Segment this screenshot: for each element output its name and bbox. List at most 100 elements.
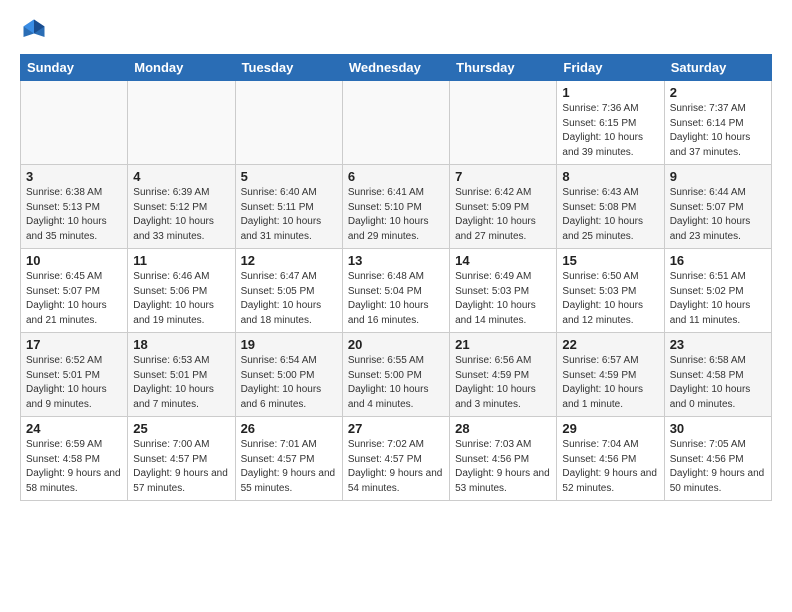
logo-icon: [20, 16, 48, 44]
calendar-day: 2 Sunrise: 7:37 AM Sunset: 6:14 PM Daylig…: [664, 81, 771, 165]
calendar-day: 18 Sunrise: 6:53 AM Sunset: 5:01 PM Dayli…: [128, 333, 235, 417]
calendar-day: 3 Sunrise: 6:38 AM Sunset: 5:13 PM Daylig…: [21, 165, 128, 249]
day-number: 12: [241, 253, 337, 268]
day-number: 3: [26, 169, 122, 184]
day-number: 26: [241, 421, 337, 436]
day-number: 8: [562, 169, 658, 184]
calendar-day: 25Sunrise: 7:00 AM Sunset: 4:57 PM Dayli…: [128, 417, 235, 501]
day-info: Sunrise: 7:04 AM Sunset: 4:56 PM Dayligh…: [562, 438, 658, 496]
day-info: Sunrise: 6:45 AM Sunset: 5:07 PM Dayligh…: [26, 270, 122, 328]
calendar-day: 6 Sunrise: 6:41 AM Sunset: 5:10 PM Daylig…: [342, 165, 449, 249]
day-number: 20: [348, 337, 444, 352]
header: [20, 16, 772, 44]
calendar-day: 11 Sunrise: 6:46 AM Sunset: 5:06 PM Dayli…: [128, 249, 235, 333]
day-number: 6: [348, 169, 444, 184]
day-number: 10: [26, 253, 122, 268]
weekday-header: Tuesday: [235, 55, 342, 81]
day-info: Sunrise: 6:55 AM Sunset: 5:00 PM Dayligh…: [348, 354, 444, 412]
day-number: 23: [670, 337, 766, 352]
day-info: Sunrise: 6:58 AM Sunset: 4:58 PM Dayligh…: [670, 354, 766, 412]
weekday-header: Thursday: [450, 55, 557, 81]
day-info: Sunrise: 6:49 AM Sunset: 5:03 PM Dayligh…: [455, 270, 551, 328]
day-number: 29: [562, 421, 658, 436]
day-info: Sunrise: 6:40 AM Sunset: 5:11 PM Dayligh…: [241, 186, 337, 244]
weekday-row: SundayMondayTuesdayWednesdayThursdayFrid…: [21, 55, 772, 81]
calendar-day: 4 Sunrise: 6:39 AM Sunset: 5:12 PM Daylig…: [128, 165, 235, 249]
weekday-header: Friday: [557, 55, 664, 81]
calendar-day: 28 Sunrise: 7:03 AM Sunset: 4:56 PM Dayli…: [450, 417, 557, 501]
day-info: Sunrise: 7:05 AM Sunset: 4:56 PM Dayligh…: [670, 438, 766, 496]
calendar-body: 1 Sunrise: 7:36 AM Sunset: 6:15 PM Daylig…: [21, 81, 772, 501]
calendar-day: 14 Sunrise: 6:49 AM Sunset: 5:03 PM Dayli…: [450, 249, 557, 333]
day-number: 22: [562, 337, 658, 352]
day-info: Sunrise: 6:38 AM Sunset: 5:13 PM Dayligh…: [26, 186, 122, 244]
day-info: Sunrise: 6:56 AM Sunset: 4:59 PM Dayligh…: [455, 354, 551, 412]
calendar-day: 24Sunrise: 6:59 AM Sunset: 4:58 PM Dayli…: [21, 417, 128, 501]
day-info: Sunrise: 6:52 AM Sunset: 5:01 PM Dayligh…: [26, 354, 122, 412]
day-info: Sunrise: 6:47 AM Sunset: 5:05 PM Dayligh…: [241, 270, 337, 328]
calendar-day: 30 Sunrise: 7:05 AM Sunset: 4:56 PM Dayli…: [664, 417, 771, 501]
day-number: 16: [670, 253, 766, 268]
calendar-day: 8Sunrise: 6:43 AM Sunset: 5:08 PM Daylig…: [557, 165, 664, 249]
day-number: 7: [455, 169, 551, 184]
day-number: 28: [455, 421, 551, 436]
calendar-day: 17 Sunrise: 6:52 AM Sunset: 5:01 PM Dayli…: [21, 333, 128, 417]
calendar-day: 22 Sunrise: 6:57 AM Sunset: 4:59 PM Dayli…: [557, 333, 664, 417]
calendar-week: 24Sunrise: 6:59 AM Sunset: 4:58 PM Dayli…: [21, 417, 772, 501]
day-number: 19: [241, 337, 337, 352]
weekday-header: Monday: [128, 55, 235, 81]
day-info: Sunrise: 7:02 AM Sunset: 4:57 PM Dayligh…: [348, 438, 444, 496]
day-number: 9: [670, 169, 766, 184]
logo: [20, 16, 52, 44]
calendar-day: 20 Sunrise: 6:55 AM Sunset: 5:00 PM Dayli…: [342, 333, 449, 417]
day-number: 13: [348, 253, 444, 268]
calendar-day: 12 Sunrise: 6:47 AM Sunset: 5:05 PM Dayli…: [235, 249, 342, 333]
day-number: 4: [133, 169, 229, 184]
day-number: 15: [562, 253, 658, 268]
weekday-header: Sunday: [21, 55, 128, 81]
day-info: Sunrise: 7:03 AM Sunset: 4:56 PM Dayligh…: [455, 438, 551, 496]
day-info: Sunrise: 6:59 AM Sunset: 4:58 PM Dayligh…: [26, 438, 122, 496]
calendar-day: 9 Sunrise: 6:44 AM Sunset: 5:07 PM Daylig…: [664, 165, 771, 249]
day-info: Sunrise: 6:41 AM Sunset: 5:10 PM Dayligh…: [348, 186, 444, 244]
day-info: Sunrise: 7:37 AM Sunset: 6:14 PM Dayligh…: [670, 102, 766, 160]
day-info: Sunrise: 6:54 AM Sunset: 5:00 PM Dayligh…: [241, 354, 337, 412]
day-info: Sunrise: 6:50 AM Sunset: 5:03 PM Dayligh…: [562, 270, 658, 328]
day-info: Sunrise: 6:48 AM Sunset: 5:04 PM Dayligh…: [348, 270, 444, 328]
calendar-week: 3 Sunrise: 6:38 AM Sunset: 5:13 PM Daylig…: [21, 165, 772, 249]
calendar-day: 19 Sunrise: 6:54 AM Sunset: 5:00 PM Dayli…: [235, 333, 342, 417]
day-number: 21: [455, 337, 551, 352]
calendar-day: 15 Sunrise: 6:50 AM Sunset: 5:03 PM Dayli…: [557, 249, 664, 333]
day-number: 1: [562, 85, 658, 100]
weekday-header: Wednesday: [342, 55, 449, 81]
day-info: Sunrise: 6:42 AM Sunset: 5:09 PM Dayligh…: [455, 186, 551, 244]
calendar-header: SundayMondayTuesdayWednesdayThursdayFrid…: [21, 55, 772, 81]
calendar-day: 13 Sunrise: 6:48 AM Sunset: 5:04 PM Dayli…: [342, 249, 449, 333]
calendar-day: [342, 81, 449, 165]
calendar-day: 5 Sunrise: 6:40 AM Sunset: 5:11 PM Daylig…: [235, 165, 342, 249]
day-number: 2: [670, 85, 766, 100]
day-info: Sunrise: 7:36 AM Sunset: 6:15 PM Dayligh…: [562, 102, 658, 160]
day-number: 17: [26, 337, 122, 352]
day-info: Sunrise: 6:57 AM Sunset: 4:59 PM Dayligh…: [562, 354, 658, 412]
calendar-day: 26Sunrise: 7:01 AM Sunset: 4:57 PM Dayli…: [235, 417, 342, 501]
day-number: 11: [133, 253, 229, 268]
day-info: Sunrise: 6:51 AM Sunset: 5:02 PM Dayligh…: [670, 270, 766, 328]
page: SundayMondayTuesdayWednesdayThursdayFrid…: [0, 0, 792, 511]
day-number: 5: [241, 169, 337, 184]
day-number: 14: [455, 253, 551, 268]
calendar-day: 16 Sunrise: 6:51 AM Sunset: 5:02 PM Dayli…: [664, 249, 771, 333]
calendar-day: 7 Sunrise: 6:42 AM Sunset: 5:09 PM Daylig…: [450, 165, 557, 249]
calendar-day: 1 Sunrise: 7:36 AM Sunset: 6:15 PM Daylig…: [557, 81, 664, 165]
day-info: Sunrise: 6:39 AM Sunset: 5:12 PM Dayligh…: [133, 186, 229, 244]
day-info: Sunrise: 6:44 AM Sunset: 5:07 PM Dayligh…: [670, 186, 766, 244]
calendar-day: [21, 81, 128, 165]
calendar-day: 21 Sunrise: 6:56 AM Sunset: 4:59 PM Dayli…: [450, 333, 557, 417]
day-info: Sunrise: 6:53 AM Sunset: 5:01 PM Dayligh…: [133, 354, 229, 412]
day-number: 30: [670, 421, 766, 436]
day-info: Sunrise: 6:46 AM Sunset: 5:06 PM Dayligh…: [133, 270, 229, 328]
calendar-day: 29 Sunrise: 7:04 AM Sunset: 4:56 PM Dayli…: [557, 417, 664, 501]
calendar-day: [235, 81, 342, 165]
calendar-week: 1 Sunrise: 7:36 AM Sunset: 6:15 PM Daylig…: [21, 81, 772, 165]
day-number: 18: [133, 337, 229, 352]
